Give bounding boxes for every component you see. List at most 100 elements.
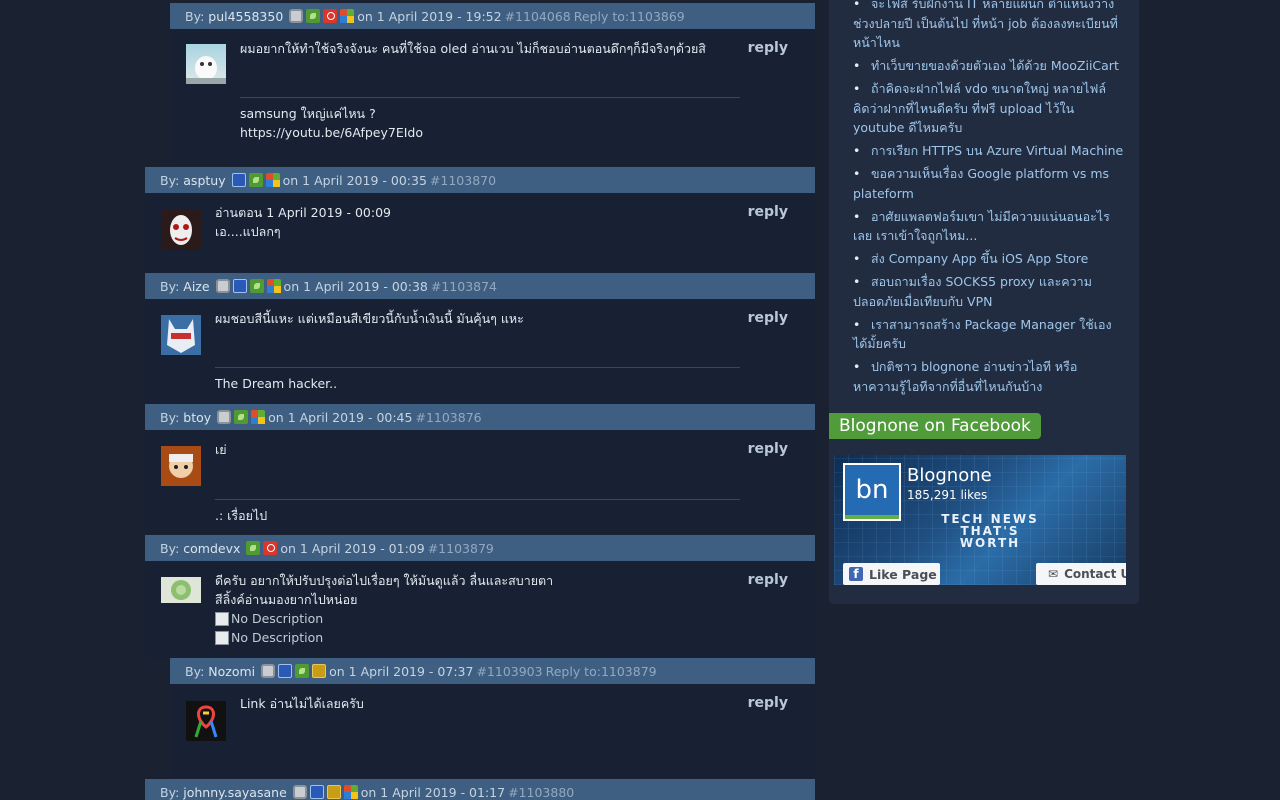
comment-text: อ่านตอน 1 April 2019 - 00:09 เอ....แปลกๆ [215,203,695,241]
comment-header: By: Nozomi on 1 April 2019 - 07:37 #1103… [170,658,815,684]
badge-windows-icon [265,173,280,187]
broken-image-icon [215,611,229,626]
sidebar-link[interactable]: จะไฟส์ รับฝึกงาน IT หลายแผนก ตำแหน่งว่าง… [853,0,1125,53]
reply-to-link[interactable]: Reply to:1103879 [546,664,657,679]
comment-id-link[interactable]: #1103876 [415,410,481,425]
badge-android-icon [246,541,261,555]
badge-gray-icon [215,279,230,293]
by-label: By: [160,278,180,294]
author-link[interactable]: Aize [183,279,209,294]
blognone-logo[interactable]: bn [843,463,901,521]
comment-date: on 1 April 2019 - 07:37 [329,663,474,679]
reply-button[interactable]: reply [748,695,788,711]
badge-windows-icon [266,279,281,293]
contact-us-button[interactable]: ✉ Contact U [1036,563,1126,585]
comment-line: อ่านตอน 1 April 2019 - 00:09 [215,205,391,220]
author-link[interactable]: johnny.sayasane [183,785,287,800]
user-badges [246,541,278,555]
sidebar-link[interactable]: ทำเว็บขายของด้วยตัวเอง ได้ด้วย MooZiiCar… [853,56,1125,76]
comment-date: on 1 April 2019 - 19:52 [357,8,502,24]
comment-header: By: johnny.sayasane on 1 April 2019 - 01… [145,779,815,800]
blognone-logo-text: bn [845,465,899,519]
comment-id-link[interactable]: #1103879 [428,541,494,556]
reply-button[interactable]: reply [748,441,788,457]
facebook-section-title: Blognone on Facebook [829,413,1041,439]
facebook-cover-tagline: TECH NEWS THAT'S WORTH [941,512,1039,550]
badge-linux-icon [278,664,293,678]
reply-button[interactable]: reply [748,40,788,56]
like-page-button[interactable]: f Like Page [843,563,940,585]
signature: .: เรื่อยไป [215,499,740,525]
author-link[interactable]: btoy [183,410,211,425]
by-label: By: [160,409,180,425]
badge-gold-icon [312,664,327,678]
avatar [161,210,201,250]
comment-text: ผมอยากให้ทำใช้จริงจังนะ คนที่ใช้จอ oled … [240,41,706,56]
sidebar-link[interactable]: การเรียก HTTPS บน Azure Virtual Machine [853,141,1125,161]
comment-id-link[interactable]: #1103870 [430,173,496,188]
by-label: By: [185,8,205,24]
comment: By: pul4558350 on 1 April 2019 - 19:52 #… [170,3,815,166]
signature: samsung ใหญ่แค่ไหน ? https://youtu.be/6A… [240,97,740,142]
reply-to-link[interactable]: Reply to:1103869 [574,9,685,24]
facebook-icon: f [849,567,863,581]
sidebar-link[interactable]: ถ้าคิดจะฝากไฟล์ vdo ขนาดใหญ่ หลายไฟล์ คิ… [853,79,1125,138]
comment-id-link[interactable]: #1103880 [508,785,574,800]
sidebar-link[interactable]: สอบถามเรื่อง SOCKS5 proxy และความปลอดภัย… [853,272,1125,311]
comment-header: By: pul4558350 on 1 April 2019 - 19:52 #… [170,3,815,29]
badge-android-icon [248,173,263,187]
author-link[interactable]: asptuy [183,173,225,188]
comment-date: on 1 April 2019 - 01:17 [360,784,506,800]
comment-header: By: asptuy on 1 April 2019 - 00:35 #1103… [145,167,815,193]
broken-image: No Description [215,628,695,647]
badge-ubuntu-icon [323,9,338,23]
reply-button[interactable]: reply [748,572,788,588]
comment-line: เอ....แปลกๆ [215,224,281,239]
comment: By: Aize on 1 April 2019 - 00:38 #110387… [145,273,815,404]
reply-button[interactable]: reply [748,310,788,326]
avatar [186,701,226,741]
author-link[interactable]: Nozomi [208,664,255,679]
badge-android-icon [234,410,249,424]
badge-gray-icon [217,410,232,424]
comment-line: สีลิ้งค์อ่านมองยากไปหน่อย [215,592,358,607]
sidebar: จะไฟส์ รับฝึกงาน IT หลายแผนก ตำแหน่งว่าง… [829,0,1139,604]
comment-id-link[interactable]: #1103874 [431,279,497,294]
sidebar-link[interactable]: เราสามารถสร้าง Package Manager ใช้เองได้… [853,315,1125,354]
reply-button[interactable]: reply [748,204,788,220]
user-badges [289,9,355,23]
avatar [186,44,226,84]
comment-thread: By: pul4558350 on 1 April 2019 - 19:52 #… [145,0,815,800]
signature-line: .: เรื่อยไป [215,508,268,523]
comment-header: By: Aize on 1 April 2019 - 00:38 #110387… [145,273,815,299]
comment-header: By: btoy on 1 April 2019 - 00:45 #110387… [145,404,815,430]
facebook-page-name[interactable]: Blognone [907,465,992,486]
comment: By: Nozomi on 1 April 2019 - 07:37 #1103… [170,658,815,778]
badge-windows-icon [343,785,358,799]
comment-date: on 1 April 2019 - 00:45 [268,409,413,425]
comment-id-link[interactable]: #1104068 [505,9,571,24]
comment: By: comdevx on 1 April 2019 - 01:09 #110… [145,535,815,658]
comment-date: on 1 April 2019 - 00:35 [282,172,427,188]
author-link[interactable]: pul4558350 [208,9,283,24]
sidebar-link[interactable]: อาศัยแพลตฟอร์มเขา ไม่มีความแน่นอนอะไรเลย… [853,207,1125,246]
signature-link[interactable]: https://youtu.be/6Afpey7EIdo [240,123,740,142]
author-link[interactable]: comdevx [183,541,240,556]
badge-gray-icon [289,9,304,23]
comment: By: btoy on 1 April 2019 - 00:45 #110387… [145,404,815,534]
badge-windows-icon [251,410,266,424]
sidebar-link[interactable]: ขอความเห็นเรื่อง Google platform vs ms p… [853,164,1125,203]
badge-android-icon [306,9,321,23]
signature: The Dream hacker.. [215,367,740,393]
badge-gray-icon [292,785,307,799]
facebook-like-count: 185,291 likes [907,488,988,502]
facebook-page-widget[interactable]: bn Blognone 185,291 likes TECH NEWS THAT… [834,455,1126,585]
sidebar-link[interactable]: ปกติชาว blognone อ่านข่าวไอที หรือ หาควา… [853,357,1125,396]
comment-id-link[interactable]: #1103903 [476,664,542,679]
comment-text: ดีครับ อยากให้ปรับปรุงต่อไปเรื่อยๆ ให้มั… [215,571,695,647]
comment-date: on 1 April 2019 - 01:09 [280,540,425,556]
by-label: By: [160,172,180,188]
sidebar-link[interactable]: ส่ง Company App ขึ้น iOS App Store [853,249,1125,269]
user-badges [231,173,280,187]
by-label: By: [160,540,180,556]
